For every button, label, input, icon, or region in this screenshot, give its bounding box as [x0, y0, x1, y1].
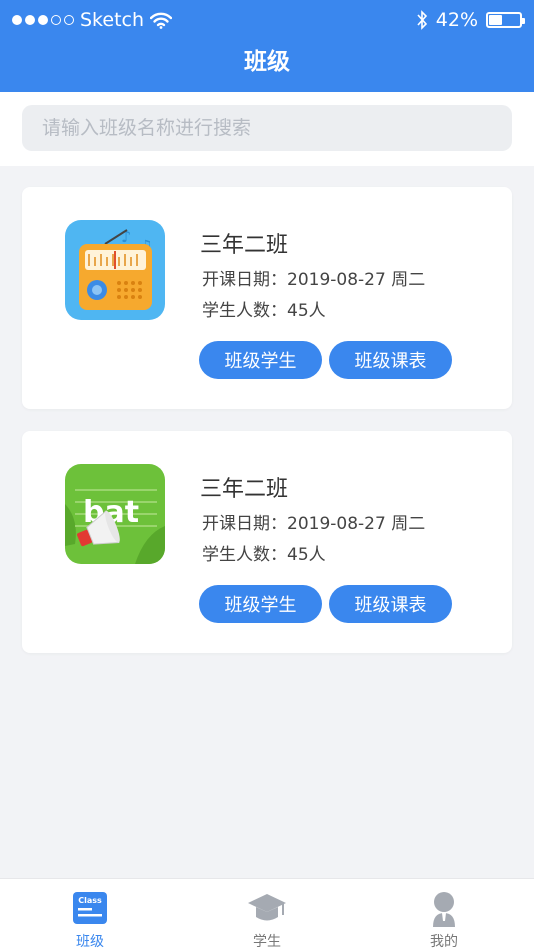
status-left: Sketch — [12, 9, 173, 31]
search-bar — [0, 92, 534, 166]
class-icon: Class — [73, 892, 107, 924]
bat-word-icon: bat — [65, 464, 165, 564]
class-name: 三年二班 — [200, 233, 289, 258]
class-schedule-button[interactable]: 班级课表 — [329, 341, 452, 379]
tab-mine[interactable]: 我的 — [384, 879, 504, 950]
class-student-count: 学生人数：45人 — [202, 545, 326, 565]
class-schedule-button[interactable]: 班级课表 — [329, 585, 452, 623]
search-input[interactable] — [22, 105, 512, 151]
status-right: 42% — [416, 9, 525, 31]
tab-bar: Class 班级 学生 我的 — [0, 878, 534, 950]
class-icon-text: Class — [78, 896, 102, 905]
carrier-name: Sketch — [80, 9, 145, 31]
class-start-date: 开课日期：2019-08-27 周二 — [202, 514, 426, 534]
tab-students[interactable]: 学生 — [207, 879, 327, 950]
class-card[interactable]: bat 三年二班 开课日期：2019-08-27 周二 学生人数：45人 班级学… — [22, 431, 512, 653]
tab-mine-label: 我的 — [430, 934, 458, 950]
status-bar: Sketch 42% — [0, 0, 534, 40]
class-students-button[interactable]: 班级学生 — [199, 341, 322, 379]
tab-students-label: 学生 — [253, 934, 281, 950]
class-students-button[interactable]: 班级学生 — [199, 585, 322, 623]
bluetooth-icon — [417, 10, 427, 30]
battery-percent: 42% — [435, 9, 478, 31]
page-title: 班级 — [244, 49, 290, 75]
app-header: Sketch 42% 班级 — [0, 0, 534, 92]
battery-icon — [486, 12, 525, 28]
graduation-cap-icon — [248, 894, 286, 921]
class-start-date: 开课日期：2019-08-27 周二 — [202, 270, 426, 290]
tab-class-label: 班级 — [76, 934, 104, 950]
class-card[interactable]: ♪ ♫ 三年二班 开课日期：2019-08-27 周二 学生人数：45人 班级学… — [22, 187, 512, 409]
profile-icon — [433, 892, 455, 927]
class-name: 三年二班 — [200, 477, 289, 502]
class-student-count: 学生人数：45人 — [202, 301, 326, 321]
wifi-icon — [150, 12, 173, 29]
radio-icon: ♪ ♫ — [65, 220, 165, 320]
signal-strength-icon — [12, 15, 74, 25]
tab-class[interactable]: Class 班级 — [30, 879, 150, 950]
